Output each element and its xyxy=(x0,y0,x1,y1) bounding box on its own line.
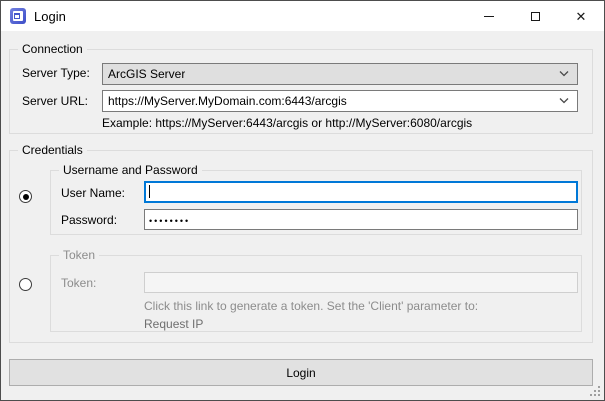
credentials-group: Credentials Username and Password User N… xyxy=(9,150,593,343)
app-icon-inner xyxy=(13,11,23,21)
token-help-text: Click this link to generate a token. Set… xyxy=(144,299,478,313)
request-ip-link: Request IP xyxy=(144,317,203,331)
caption-buttons: ✕ xyxy=(466,1,604,31)
password-field-wrap xyxy=(144,209,578,230)
login-button[interactable]: Login xyxy=(9,359,593,386)
maximize-icon xyxy=(531,12,540,21)
username-password-radio[interactable] xyxy=(19,190,32,203)
token-input xyxy=(144,272,578,293)
minimize-icon xyxy=(484,16,494,17)
minimize-button[interactable] xyxy=(466,1,512,31)
connection-group-label: Connection xyxy=(18,42,87,56)
server-type-label: Server Type: xyxy=(22,66,90,80)
username-password-group: Username and Password User Name: Passwor… xyxy=(50,170,582,235)
window-title: Login xyxy=(34,9,66,24)
text-caret xyxy=(149,185,150,198)
login-window: Login ✕ Connection Server Type: ArcGIS S… xyxy=(0,0,605,401)
credentials-group-label: Credentials xyxy=(18,143,87,157)
chevron-down-icon xyxy=(559,71,569,77)
server-url-combobox[interactable]: https://MyServer.MyDomain.com:6443/arcgi… xyxy=(102,90,578,112)
token-group-label: Token xyxy=(59,248,99,262)
token-radio[interactable] xyxy=(19,278,32,291)
token-group: Token Token: Click this link to generate… xyxy=(50,255,582,332)
server-url-example: Example: https://MyServer:6443/arcgis or… xyxy=(102,116,472,130)
user-name-field-wrap xyxy=(144,181,578,203)
chevron-down-icon xyxy=(559,98,569,104)
server-url-value: https://MyServer.MyDomain.com:6443/arcgi… xyxy=(108,94,347,108)
token-label: Token: xyxy=(61,276,96,290)
titlebar: Login ✕ xyxy=(1,1,604,31)
server-type-dropdown[interactable]: ArcGIS Server xyxy=(102,63,578,85)
app-icon-pane xyxy=(14,13,20,19)
user-name-label: User Name: xyxy=(61,186,125,200)
username-password-group-label: Username and Password xyxy=(59,163,202,177)
server-type-value: ArcGIS Server xyxy=(108,67,185,81)
token-field-wrap xyxy=(144,272,578,293)
maximize-button[interactable] xyxy=(512,1,558,31)
resize-grip[interactable] xyxy=(590,386,600,396)
server-url-label: Server URL: xyxy=(22,94,88,108)
close-button[interactable]: ✕ xyxy=(558,1,604,31)
user-name-input[interactable] xyxy=(144,181,578,203)
close-icon: ✕ xyxy=(576,10,587,23)
password-input[interactable] xyxy=(144,209,578,230)
password-label: Password: xyxy=(61,213,117,227)
connection-group: Connection Server Type: ArcGIS Server Se… xyxy=(9,49,593,134)
app-icon xyxy=(10,8,26,24)
